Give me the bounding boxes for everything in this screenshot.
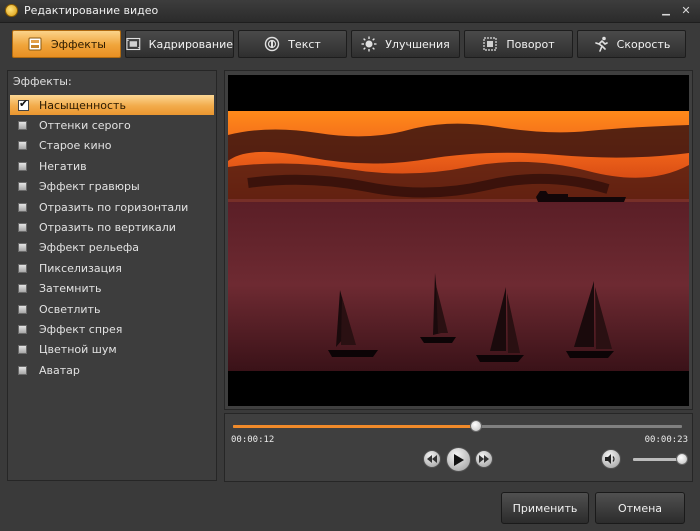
- effect-checkbox[interactable]: [18, 304, 27, 314]
- effect-checkbox[interactable]: ✔: [18, 96, 29, 111]
- apply-button[interactable]: Применить: [501, 492, 589, 524]
- effects-icon: [28, 37, 42, 51]
- speaker-icon: [605, 454, 615, 464]
- effect-checkbox[interactable]: [18, 324, 27, 334]
- effect-checkbox[interactable]: [18, 284, 27, 294]
- skip-forward-button[interactable]: [475, 450, 493, 468]
- effect-item-lighten[interactable]: Осветлить: [10, 299, 214, 319]
- effect-checkbox[interactable]: [18, 345, 27, 355]
- skip-back-button[interactable]: [423, 450, 441, 468]
- video-frame: [228, 75, 689, 406]
- tab-bar: Эффекты Кадрирование Текст Улучшения Пов…: [12, 30, 690, 60]
- tab-crop[interactable]: Кадрирование: [125, 30, 234, 58]
- effect-item-color-noise[interactable]: Цветной шум: [10, 340, 214, 360]
- video-preview-panel: [224, 70, 693, 410]
- volume-button[interactable]: [601, 449, 621, 469]
- tab-label: Текст: [288, 37, 321, 51]
- volume-handle[interactable]: [676, 453, 688, 465]
- effect-item-negative[interactable]: Негатив: [10, 156, 214, 176]
- play-icon: [454, 453, 464, 466]
- effect-label: Негатив: [39, 159, 87, 173]
- tab-label: Поворот: [506, 37, 555, 51]
- brightness-icon: [361, 36, 377, 52]
- effect-item-old-film[interactable]: Старое кино: [10, 136, 214, 156]
- seek-handle[interactable]: [470, 420, 483, 432]
- minimize-button[interactable]: ▁: [658, 3, 674, 18]
- effect-item-darken[interactable]: Затемнить: [10, 279, 214, 299]
- tab-label: Эффекты: [51, 37, 106, 51]
- effect-checkbox[interactable]: [18, 223, 27, 233]
- effects-panel: Эффекты: ✔ Насыщенность Оттенки серого С…: [7, 70, 217, 481]
- cancel-button[interactable]: Отмена: [595, 492, 685, 524]
- effect-checkbox[interactable]: [18, 202, 27, 212]
- effect-label: Оттенки серого: [39, 119, 131, 133]
- effect-label: Затемнить: [39, 282, 102, 296]
- effect-label: Старое кино: [39, 139, 112, 153]
- effect-label: Пикселизация: [39, 261, 122, 275]
- check-icon: ✔: [19, 96, 29, 110]
- window-title: Редактирование видео: [24, 4, 159, 17]
- seek-progress: [233, 425, 477, 428]
- effect-checkbox[interactable]: [18, 365, 27, 375]
- close-button[interactable]: ✕: [678, 3, 694, 18]
- effect-label: Отразить по горизонтали: [39, 200, 189, 214]
- tab-text[interactable]: Текст: [238, 30, 347, 58]
- effect-checkbox[interactable]: [18, 121, 27, 131]
- video-preview-image: [228, 111, 689, 371]
- speed-runner-icon: [594, 36, 608, 52]
- effect-label: Отразить по вертикали: [39, 221, 176, 235]
- text-icon: [265, 36, 280, 52]
- rotate-icon: [483, 37, 497, 51]
- current-time: 00:00:12: [231, 435, 275, 445]
- effect-checkbox[interactable]: [18, 161, 27, 171]
- effect-checkbox[interactable]: [18, 263, 27, 273]
- volume-slider[interactable]: [633, 453, 688, 465]
- effect-label: Эффект гравюры: [39, 180, 140, 194]
- seek-bar[interactable]: [233, 420, 682, 432]
- effect-checkbox[interactable]: [18, 141, 27, 151]
- tab-effects[interactable]: Эффекты: [12, 30, 121, 58]
- effect-label: Эффект спрея: [39, 322, 123, 336]
- skip-back-icon: [427, 455, 437, 463]
- title-bar: Редактирование видео ▁ ✕: [0, 0, 700, 23]
- effect-item-spray[interactable]: Эффект спрея: [10, 319, 214, 339]
- tab-speed[interactable]: Скорость: [577, 30, 686, 58]
- effect-label: Цветной шум: [39, 343, 117, 357]
- effects-list: ✔ Насыщенность Оттенки серого Старое кин…: [10, 95, 214, 380]
- tab-rotate[interactable]: Поворот: [464, 30, 573, 58]
- playback-controls: 00:00:12 00:00:23: [224, 413, 693, 482]
- effect-item-grayscale[interactable]: Оттенки серого: [10, 115, 214, 135]
- effect-label: Осветлить: [39, 302, 101, 316]
- effect-item-emboss[interactable]: Эффект рельефа: [10, 238, 214, 258]
- effect-item-flip-horizontal[interactable]: Отразить по горизонтали: [10, 197, 214, 217]
- effect-item-flip-vertical[interactable]: Отразить по вертикали: [10, 217, 214, 237]
- effect-item-avatar[interactable]: Аватар: [10, 360, 214, 380]
- effect-label: Аватар: [39, 363, 80, 377]
- effect-item-pixelate[interactable]: Пикселизация: [10, 258, 214, 278]
- effect-item-engraving[interactable]: Эффект гравюры: [10, 177, 214, 197]
- effect-label: Эффект рельефа: [39, 241, 139, 255]
- tab-enhancements[interactable]: Улучшения: [351, 30, 460, 58]
- tab-label: Кадрирование: [148, 37, 233, 51]
- crop-icon: [126, 37, 141, 51]
- tab-label: Улучшения: [385, 37, 450, 51]
- effect-label: Насыщенность: [39, 98, 126, 112]
- effect-item-saturation[interactable]: ✔ Насыщенность: [10, 95, 214, 116]
- tab-label: Скорость: [616, 37, 671, 51]
- effect-checkbox[interactable]: [18, 182, 27, 192]
- total-time: 00:00:23: [644, 435, 688, 445]
- effects-panel-label: Эффекты:: [13, 75, 72, 88]
- skip-forward-icon: [479, 455, 489, 463]
- play-button[interactable]: [446, 447, 471, 472]
- effect-checkbox[interactable]: [18, 243, 27, 253]
- app-icon: [5, 4, 18, 17]
